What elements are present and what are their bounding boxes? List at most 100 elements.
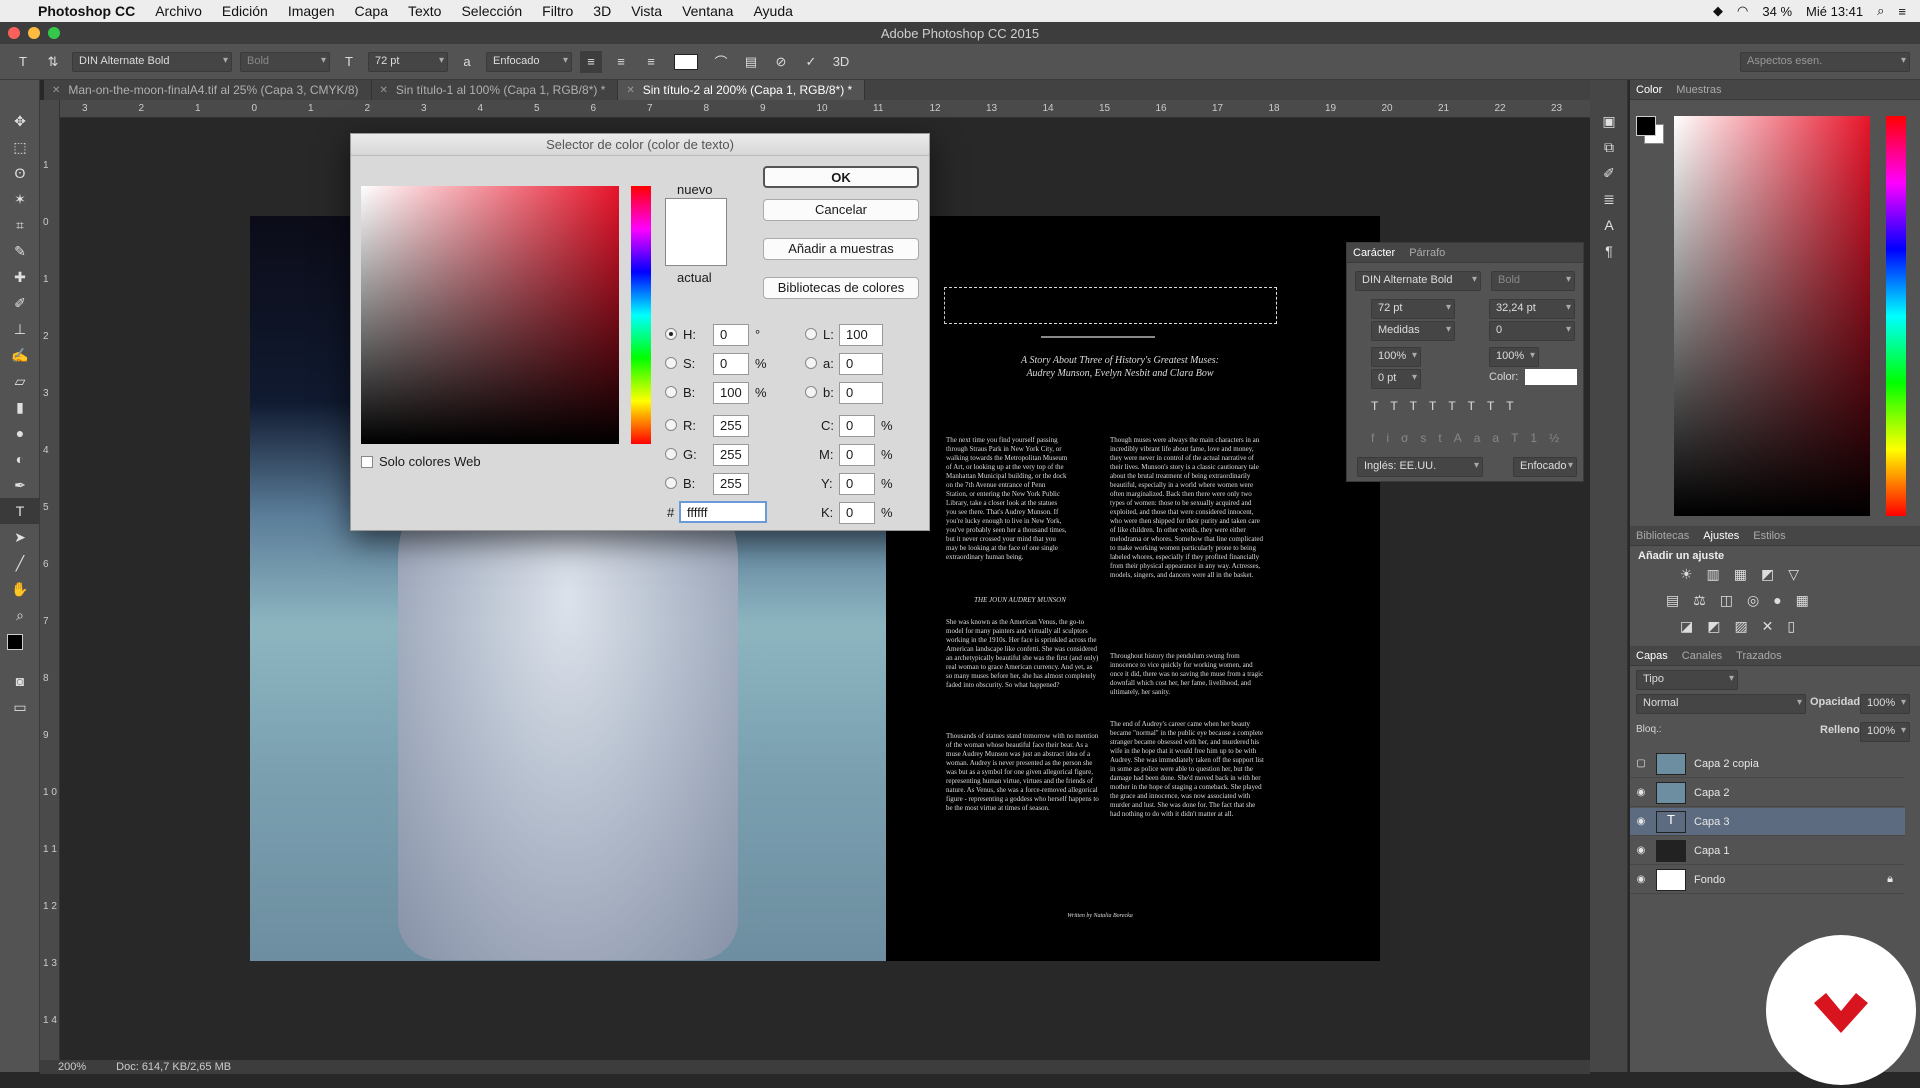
radio-lab-l[interactable]	[805, 328, 817, 340]
yellow-field[interactable]: 0	[839, 473, 875, 495]
orientation-toggle-icon[interactable]: ⇅	[42, 51, 64, 73]
hex-field[interactable]: ffffff	[679, 501, 767, 523]
doc-size[interactable]: Doc: 614,7 KB/2,65 MB	[116, 1061, 231, 1073]
marquee-tool-icon[interactable]: ⬚	[0, 134, 40, 160]
lab-b-field[interactable]: 0	[839, 382, 883, 404]
history-panel-icon[interactable]: ▣	[1590, 108, 1628, 134]
align-center-icon[interactable]: ≡	[610, 51, 632, 73]
close-tab-icon[interactable]: ✕	[626, 85, 634, 96]
char-antialias-select[interactable]: Enfocado	[1513, 457, 1577, 477]
menu-capa[interactable]: Capa	[345, 3, 398, 19]
lab-l-field[interactable]: 100	[839, 324, 883, 346]
layer-row-selected[interactable]: ◉ T Capa 3	[1630, 808, 1905, 836]
menu-ayuda[interactable]: Ayuda	[743, 3, 802, 19]
menu-3d[interactable]: 3D	[583, 3, 621, 19]
text-bounding-box[interactable]	[944, 287, 1277, 324]
char-size-select[interactable]: 72 pt	[1371, 299, 1455, 319]
eye-icon[interactable]: ◉	[1630, 787, 1652, 798]
hue-slider[interactable]	[631, 186, 651, 444]
3d-icon[interactable]: 3D	[830, 51, 852, 73]
menu-list-icon[interactable]: ≡	[1898, 4, 1906, 19]
properties-panel-icon[interactable]: ≣	[1590, 186, 1628, 212]
radio-lab-b[interactable]	[805, 386, 817, 398]
close-tab-icon[interactable]: ✕	[52, 85, 60, 96]
text-color-swatch[interactable]	[674, 53, 698, 70]
brush-panel-icon[interactable]: ✐	[1590, 160, 1628, 186]
tab-paragraph[interactable]: Párrafo	[1409, 247, 1445, 259]
screen-mode-icon[interactable]: ▭	[0, 694, 40, 720]
clone-panel-icon[interactable]: ⧉	[1590, 134, 1628, 160]
eye-icon[interactable]: ◉	[1630, 845, 1652, 856]
fg-color-chip[interactable]	[1636, 116, 1656, 136]
radio-blue[interactable]	[665, 477, 677, 489]
brush-tool-icon[interactable]: ✐	[0, 290, 40, 316]
commit-edit-icon[interactable]: ✓	[800, 51, 822, 73]
zoom-tool-icon[interactable]: ⌕	[0, 602, 40, 628]
eraser-tool-icon[interactable]: ▱	[0, 368, 40, 394]
blue-field[interactable]: 255	[713, 473, 749, 495]
move-tool-icon[interactable]: ✥	[0, 108, 40, 134]
radio-hue[interactable]	[665, 328, 677, 340]
color-field[interactable]	[361, 186, 619, 444]
layer-filter-select[interactable]: Tipo	[1636, 670, 1738, 690]
clock[interactable]: Mié 13:41	[1806, 4, 1863, 19]
adjustment-icons-row-3[interactable]: ◪◩▨✕▯	[1680, 618, 1809, 635]
green-field[interactable]: 255	[713, 444, 749, 466]
menu-vista[interactable]: Vista	[621, 3, 672, 19]
radio-saturation[interactable]	[665, 357, 677, 369]
lab-a-field[interactable]: 0	[839, 353, 883, 375]
healing-tool-icon[interactable]: ✚	[0, 264, 40, 290]
menu-texto[interactable]: Texto	[398, 3, 451, 19]
foreground-color-swatch[interactable]	[7, 634, 23, 650]
menu-app[interactable]: Photoshop CC	[34, 3, 145, 19]
tab-paths[interactable]: Trazados	[1736, 650, 1781, 662]
brightness-field[interactable]: 100	[713, 382, 749, 404]
color-libraries-button[interactable]: Bibliotecas de colores	[763, 277, 919, 299]
line-tool-icon[interactable]: ╱	[0, 550, 40, 576]
blend-mode-select[interactable]: Normal	[1636, 694, 1806, 714]
layer-row[interactable]: ▢ Capa 2 copia	[1630, 750, 1905, 778]
tab-document-2[interactable]: ✕ Sin título-1 al 100% (Capa 1, RGB/8*) *	[372, 80, 619, 100]
zoom-level[interactable]: 200%	[58, 1061, 86, 1073]
blur-tool-icon[interactable]: ●	[0, 420, 40, 446]
path-selection-icon[interactable]: ➤	[0, 524, 40, 550]
close-tab-icon[interactable]: ✕	[380, 85, 388, 96]
char-baseline-field[interactable]: 0 pt	[1371, 369, 1421, 389]
char-color-swatch[interactable]	[1525, 369, 1577, 385]
char-style-buttons[interactable]: TTTTTTTT	[1371, 399, 1526, 413]
menu-ventana[interactable]: Ventana	[672, 3, 743, 19]
tab-color[interactable]: Color	[1636, 84, 1662, 96]
black-field[interactable]: 0	[839, 502, 875, 524]
character-panel-icon[interactable]: A	[1590, 212, 1628, 238]
fill-field[interactable]: 100%	[1860, 722, 1910, 742]
cyan-field[interactable]: 0	[839, 415, 875, 437]
red-field[interactable]: 255	[713, 415, 749, 437]
tab-channels[interactable]: Canales	[1682, 650, 1722, 662]
char-language-select[interactable]: Inglés: EE.UU.	[1357, 457, 1483, 477]
color-panel-field[interactable]	[1674, 116, 1870, 516]
color-panel-hue-bar[interactable]	[1886, 116, 1906, 516]
minimize-window-button[interactable]	[28, 27, 40, 39]
tab-document-1[interactable]: ✕ Man-on-the-moon-finalA4.tif al 25% (Cap…	[44, 80, 372, 100]
cancel-edit-icon[interactable]: ⊘	[770, 51, 792, 73]
gradient-tool-icon[interactable]: ▮	[0, 394, 40, 420]
radio-lab-a[interactable]	[805, 357, 817, 369]
quick-mask-icon[interactable]: ◙	[0, 668, 40, 694]
tab-adjustments[interactable]: Ajustes	[1703, 530, 1739, 542]
battery-label[interactable]: 34 %	[1762, 4, 1792, 19]
saturation-field[interactable]: 0	[713, 353, 749, 375]
search-icon[interactable]: ⌕	[1877, 3, 1884, 19]
radio-green[interactable]	[665, 448, 677, 460]
font-style-select[interactable]: Bold	[240, 51, 330, 72]
add-to-swatches-button[interactable]: Añadir a muestras	[763, 238, 919, 260]
menu-imagen[interactable]: Imagen	[278, 3, 345, 19]
char-vscale-field[interactable]: 100%	[1371, 347, 1421, 367]
panels-toggle-icon[interactable]: ▤	[740, 51, 762, 73]
dodge-tool-icon[interactable]: ◐	[0, 446, 40, 472]
workspace-select[interactable]: Aspectos esen.	[1740, 51, 1910, 72]
align-left-icon[interactable]: ≡	[580, 50, 602, 73]
warp-text-icon[interactable]: ⌒	[710, 51, 732, 73]
tab-character[interactable]: Carácter	[1353, 247, 1395, 259]
align-right-icon[interactable]: ≡	[640, 51, 662, 73]
pen-tool-icon[interactable]: ✒	[0, 472, 40, 498]
